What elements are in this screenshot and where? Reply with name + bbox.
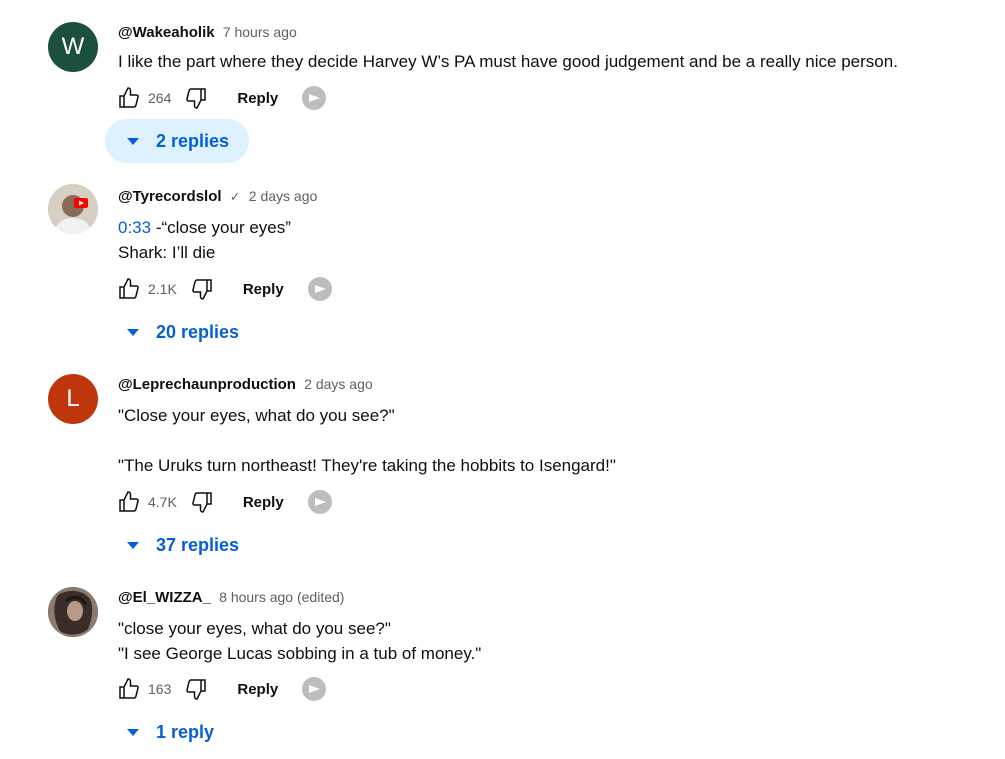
reply-button[interactable]: Reply xyxy=(237,681,278,698)
caret-down-icon xyxy=(127,328,139,336)
comment-time[interactable]: 8 hours ago (edited) xyxy=(219,589,344,605)
replies-toggle[interactable]: 2 replies xyxy=(105,119,250,163)
thumbs-down-icon[interactable] xyxy=(189,489,215,515)
comment-text-line: Shark: I’ll die xyxy=(118,243,216,262)
thumbs-up-icon[interactable] xyxy=(116,85,142,111)
caret-down-icon xyxy=(127,728,139,736)
avatar-image xyxy=(48,184,98,234)
comment-time[interactable]: 2 days ago xyxy=(304,376,373,392)
author-name[interactable]: @Leprechaunproduction xyxy=(118,376,296,393)
avatar[interactable]: W xyxy=(48,22,98,72)
like-count: 4.7K xyxy=(148,494,177,510)
creator-heart-icon[interactable] xyxy=(302,86,327,110)
author-name[interactable]: @Tyrecordslol xyxy=(118,188,222,205)
replies-label: 37 replies xyxy=(156,534,240,555)
creator-heart-icon[interactable] xyxy=(307,490,332,514)
caret-down-icon xyxy=(127,137,139,145)
creator-heart-icon[interactable] xyxy=(302,677,327,701)
reply-button[interactable]: Reply xyxy=(237,90,278,107)
comment-text-line: "I see George Lucas sobbing in a tub of … xyxy=(118,644,482,663)
checkmark-icon: ✓ xyxy=(229,189,241,204)
avatar[interactable] xyxy=(48,587,98,637)
author-name[interactable]: @Wakeaholik xyxy=(118,24,215,41)
timestamp-link[interactable]: 0:33 xyxy=(118,218,151,237)
creator-heart-icon[interactable] xyxy=(307,277,332,301)
avatar[interactable] xyxy=(48,184,98,234)
comment-header: @Wakeaholik 7 hours ago xyxy=(118,22,985,43)
replies-label: 2 replies xyxy=(156,130,230,151)
comment-text: "close your eyes, what do you see?" xyxy=(118,619,391,638)
comment-time[interactable]: 2 days ago xyxy=(249,188,318,204)
caret-down-icon xyxy=(127,541,139,549)
comment-header: @El_WIZZA_ 8 hours ago (edited) xyxy=(118,587,985,608)
comment-text: 0:33 -“close your eyes” xyxy=(118,215,985,240)
avatar-letter: L xyxy=(66,385,80,412)
comment-time[interactable]: 7 hours ago xyxy=(223,24,297,40)
thumbs-up-icon[interactable] xyxy=(116,676,142,702)
like-count: 163 xyxy=(148,681,172,697)
thumbs-down-icon[interactable] xyxy=(189,276,215,302)
replies-toggle[interactable]: 1 reply xyxy=(105,710,234,754)
thumbs-up-icon[interactable] xyxy=(116,276,142,302)
thumbs-down-icon[interactable] xyxy=(183,85,209,111)
author-name[interactable]: @El_WIZZA_ xyxy=(118,589,211,606)
replies-label: 20 replies xyxy=(156,321,240,342)
comment-text: "Close your eyes, what do you see?" xyxy=(118,406,395,425)
thumbs-down-icon[interactable] xyxy=(183,676,209,702)
comment-text-rest: -“close your eyes” xyxy=(151,218,291,237)
reply-button[interactable]: Reply xyxy=(243,281,284,298)
replies-toggle[interactable]: 20 replies xyxy=(105,310,259,354)
avatar-letter: W xyxy=(61,33,85,60)
replies-label: 1 reply xyxy=(156,721,215,742)
comment-text-line: "The Uruks turn northeast! They're takin… xyxy=(118,456,616,475)
avatar-image xyxy=(48,587,98,637)
reply-button[interactable]: Reply xyxy=(243,494,284,511)
like-count: 264 xyxy=(148,90,172,106)
comment-header: @Leprechaunproduction 2 days ago xyxy=(118,374,985,395)
like-count: 2.1K xyxy=(148,281,177,297)
thumbs-up-icon[interactable] xyxy=(116,489,142,515)
replies-toggle[interactable]: 37 replies xyxy=(105,523,259,567)
avatar[interactable]: L xyxy=(48,374,98,424)
comment-text: I like the part where they decide Harvey… xyxy=(118,52,898,71)
comment-header: @Tyrecordslol ✓ 2 days ago xyxy=(118,186,985,207)
